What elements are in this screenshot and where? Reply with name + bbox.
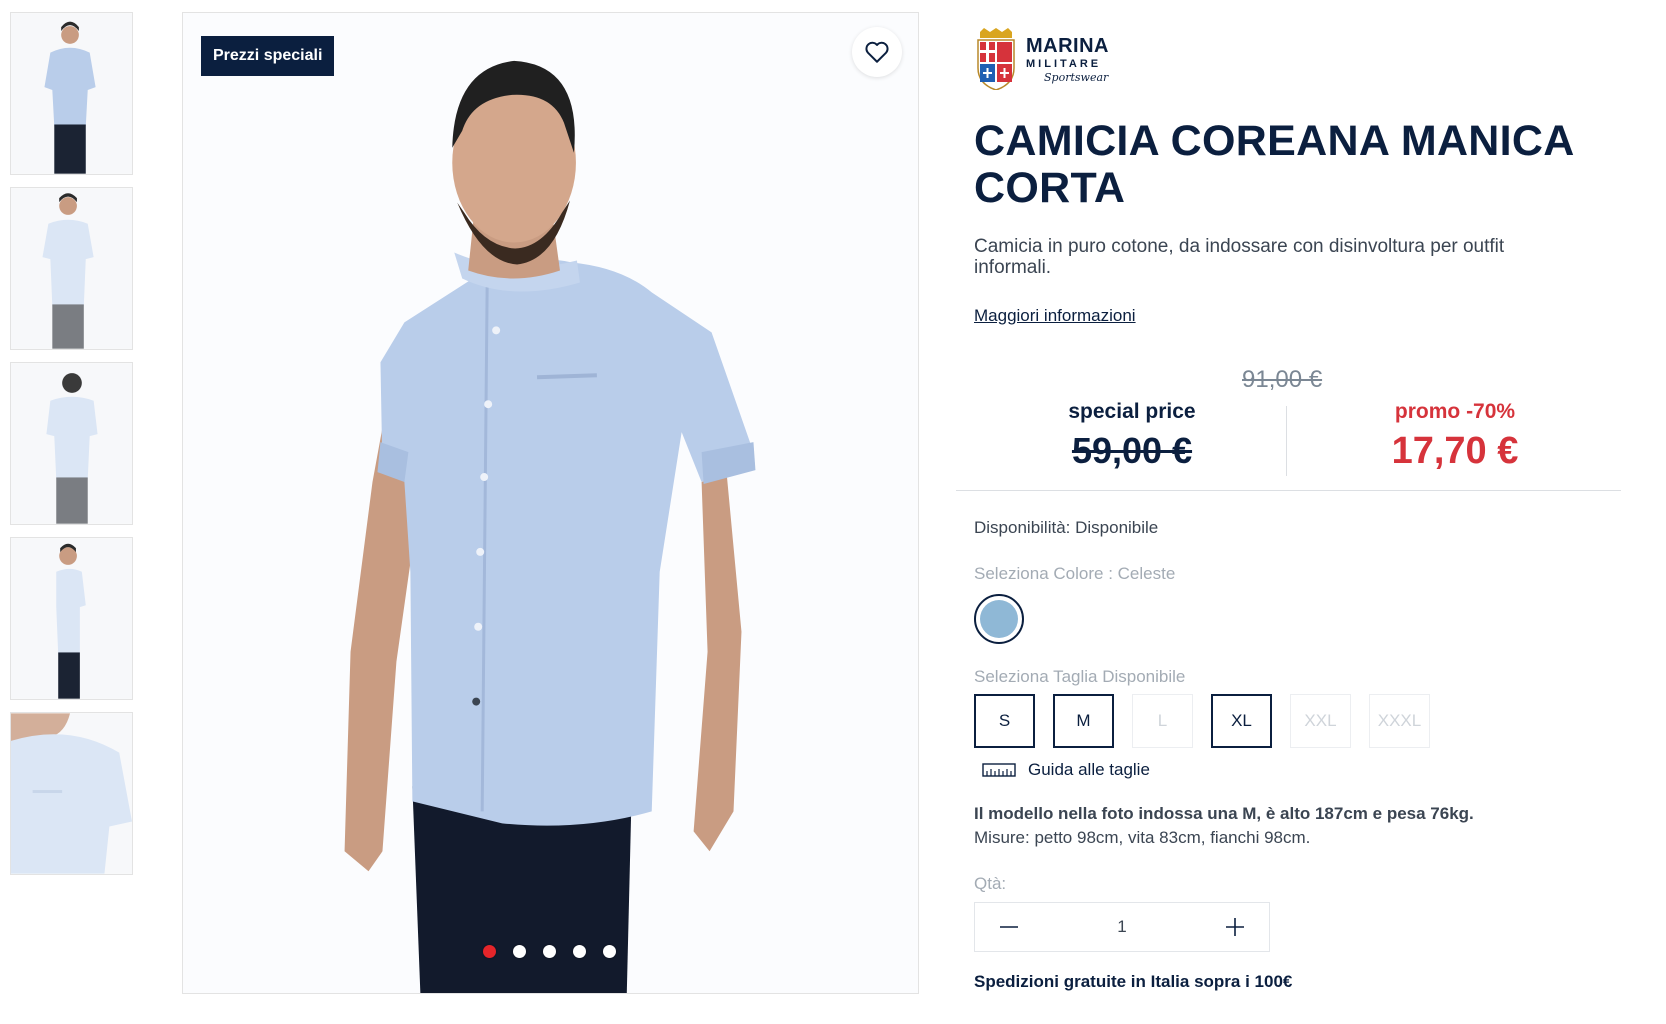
thumbnail-side[interactable] [10, 537, 133, 700]
size-option-xxxl: XXXL [1369, 694, 1430, 748]
original-price: 91,00 € [1242, 366, 1323, 393]
carousel-dot-4[interactable] [573, 945, 586, 958]
price-divider [1286, 406, 1287, 476]
size-option-xxl: XXL [1290, 694, 1351, 748]
size-option-l: L [1132, 694, 1193, 748]
decrease-quantity-button[interactable] [995, 913, 1023, 941]
thumbnail-gallery [10, 12, 133, 887]
special-price-badge: Prezzi speciali [201, 36, 335, 76]
carousel-dot-2[interactable] [513, 945, 526, 958]
special-price-value: 59,00 € [1071, 430, 1193, 471]
color-swatch-celeste[interactable] [974, 594, 1024, 644]
brand-subname: MILITARE [1026, 57, 1102, 70]
product-info-panel: MARINA MILITARE Sportswear CAMICIA COREA… [956, 24, 1624, 991]
carousel-dot-3[interactable] [543, 945, 556, 958]
model-photo [183, 13, 918, 993]
more-info-link[interactable]: Maggiori informazioni [974, 306, 1136, 326]
size-option-s[interactable]: S [974, 694, 1035, 748]
quantity-stepper [974, 902, 1270, 952]
size-options: S M L XL XXL XXXL [974, 694, 1430, 748]
thumbnail-front[interactable] [10, 12, 133, 175]
plus-icon [1226, 918, 1244, 936]
brand-name: MARINA [1026, 34, 1109, 57]
carousel-dot-5[interactable] [603, 945, 616, 958]
increase-quantity-button[interactable] [1221, 913, 1249, 941]
size-guide-label: Guida alle taglie [1028, 760, 1150, 779]
size-option-m[interactable]: M [1053, 694, 1114, 748]
swatch-fill [980, 600, 1018, 638]
brand-logo[interactable]: MARINA MILITARE Sportswear [974, 24, 1624, 94]
quantity-label: Qtà: [974, 874, 1007, 893]
price-section-divider [956, 490, 1621, 491]
color-label: Seleziona Colore : Celeste [974, 564, 1176, 583]
brand-tagline: Sportswear [1044, 70, 1109, 84]
main-product-image[interactable]: Prezzi speciali [182, 12, 919, 994]
special-price-label: special price [1068, 400, 1196, 423]
product-title: CAMICIA COREANA MANICA CORTA [974, 117, 1574, 212]
promo-label: promo -70% [1394, 400, 1516, 423]
wishlist-button[interactable] [852, 27, 902, 77]
size-option-xl[interactable]: XL [1211, 694, 1272, 748]
product-description: Camicia in puro cotone, da indossare con… [974, 236, 1505, 278]
model-info: Il modello nella foto indossa una M, è a… [974, 804, 1474, 823]
size-guide-link[interactable]: Guida alle taglie [982, 760, 1150, 780]
minus-icon [1000, 926, 1018, 928]
size-label: Seleziona Taglia Disponibile [974, 667, 1186, 686]
ruler-icon [982, 763, 1016, 777]
shipping-info: Spedizioni gratuite in Italia sopra i 10… [974, 972, 1293, 991]
availability-text: Disponibilità: Disponibile [974, 518, 1159, 537]
carousel-dot-1[interactable] [483, 945, 496, 958]
promo-price-block: promo -70% 17,70 € [1290, 400, 1620, 473]
thumbnail-back[interactable] [10, 362, 133, 525]
model-measures: Misure: petto 98cm, vita 83cm, fianchi 9… [974, 828, 1311, 847]
quantity-input[interactable] [1092, 917, 1152, 937]
thumbnail-close-up[interactable] [10, 712, 133, 875]
heart-icon [865, 41, 889, 63]
coat-of-arms-icon [977, 28, 1015, 90]
special-price-block: special price 59,00 € [974, 400, 1290, 472]
promo-price-value: 17,70 € [1391, 430, 1519, 472]
carousel-dots [483, 945, 616, 958]
thumbnail-front-detail[interactable] [10, 187, 133, 350]
